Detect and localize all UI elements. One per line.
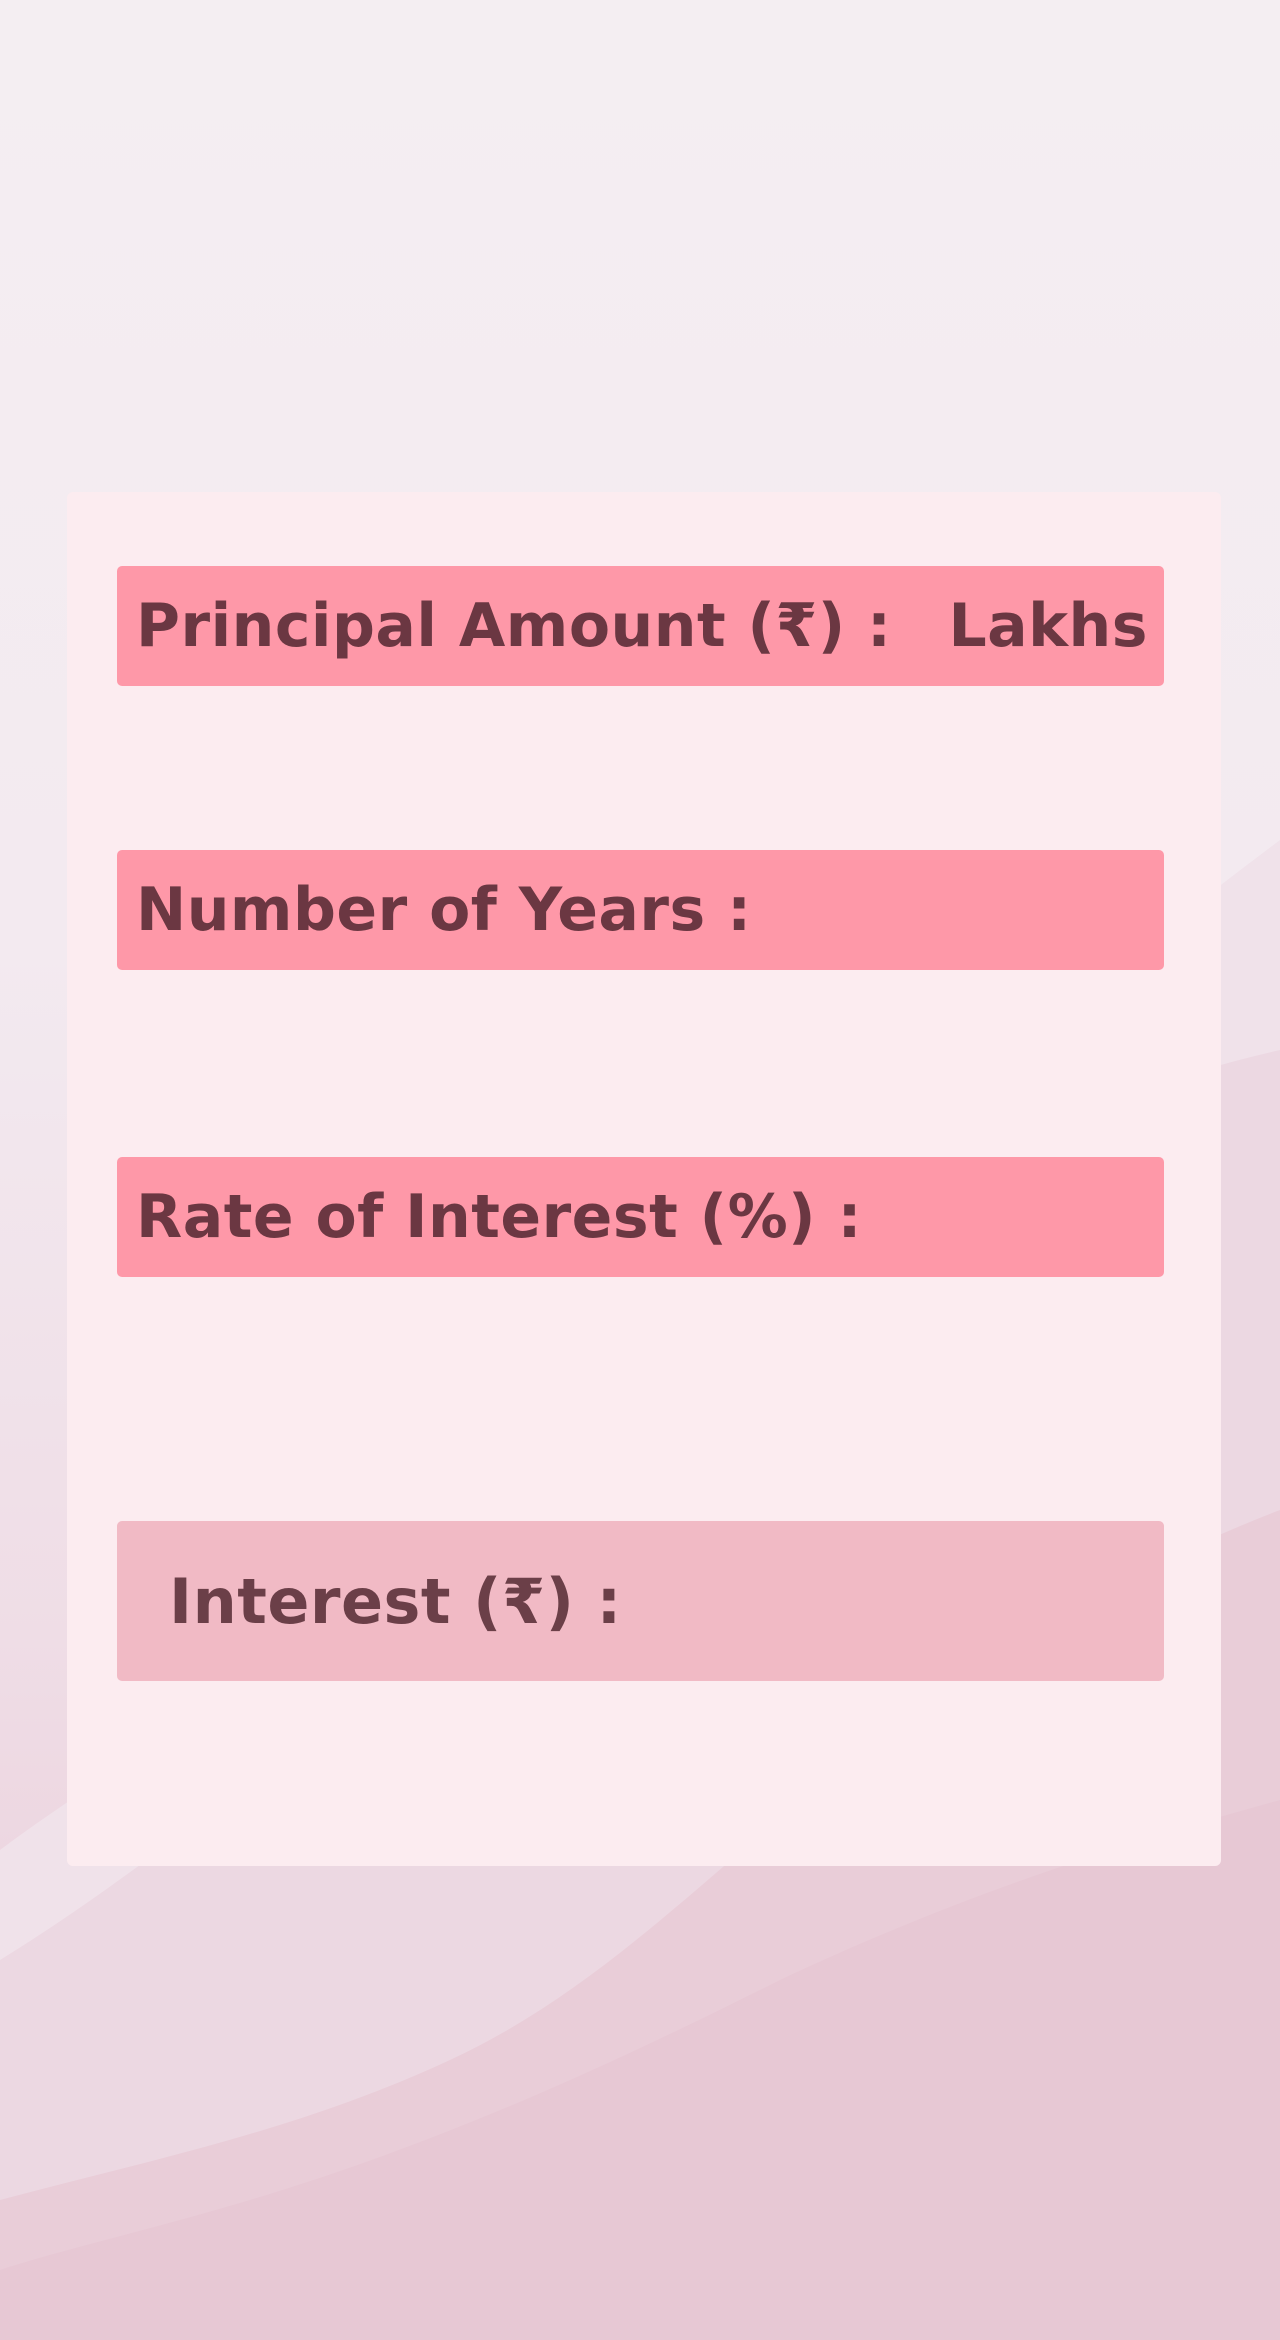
principal-unit-label: Lakhs (948, 591, 1148, 661)
principal-amount-field[interactable]: Principal Amount (₹) : Lakhs (117, 566, 1164, 686)
calculator-card: Principal Amount (₹) : Lakhs Number of Y… (67, 492, 1221, 1866)
rate-of-interest-field[interactable]: Rate of Interest (%) : (117, 1157, 1164, 1277)
interest-result-box: Interest (₹) : (117, 1521, 1164, 1681)
number-of-years-label: Number of Years : (136, 875, 752, 945)
number-of-years-field[interactable]: Number of Years : (117, 850, 1164, 970)
principal-amount-label: Principal Amount (₹) : (136, 591, 892, 661)
rate-of-interest-label: Rate of Interest (%) : (136, 1182, 862, 1252)
interest-result-label: Interest (₹) : (169, 1564, 622, 1638)
